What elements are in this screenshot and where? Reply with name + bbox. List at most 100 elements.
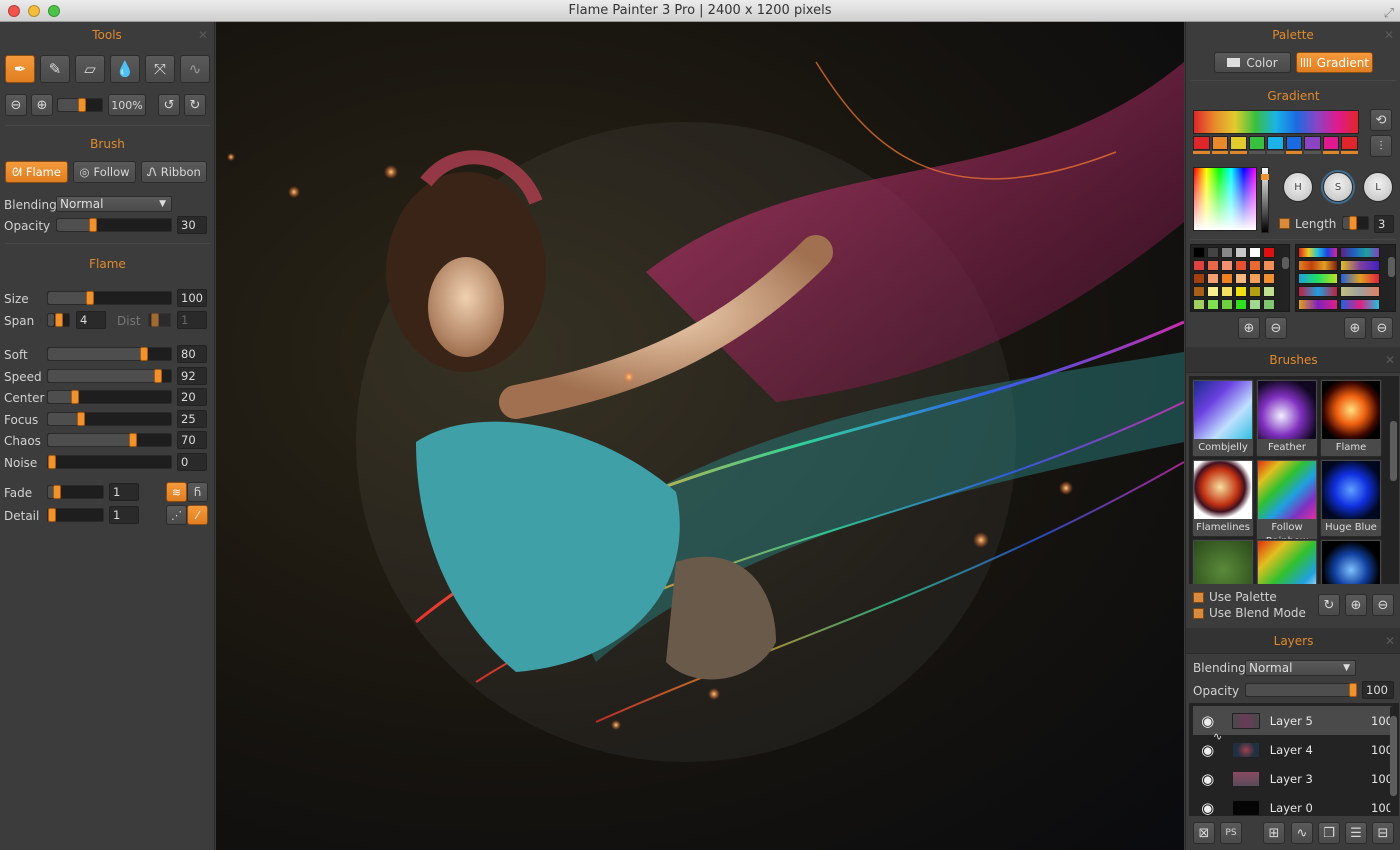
remove-brush-button[interactable]: ⊖: [1372, 594, 1394, 616]
length-slider[interactable]: [1342, 216, 1369, 230]
gradient-preset[interactable]: [1298, 260, 1338, 271]
close-icon[interactable]: ✕: [1385, 628, 1395, 654]
color-swatch[interactable]: [1221, 247, 1233, 258]
blending-select[interactable]: Normal ▼: [56, 196, 172, 212]
brush-preset[interactable]: Feather: [1256, 379, 1318, 457]
use-palette-checkbox[interactable]: [1193, 592, 1204, 603]
detail-value-field[interactable]: 1: [109, 506, 139, 524]
zoom-slider[interactable]: [57, 98, 103, 112]
palette-mode-gradient-button[interactable]: ǀǀǀǀ Gradient: [1296, 52, 1373, 73]
remove-preset-button[interactable]: ⊖: [1371, 317, 1393, 339]
layer-row[interactable]: ◉ Layer 5 100: [1193, 706, 1393, 735]
export-psd-button[interactable]: PS: [1220, 822, 1242, 844]
speed-value-field[interactable]: 92: [177, 366, 207, 385]
color-swatch[interactable]: [1263, 286, 1275, 297]
opacity-slider[interactable]: [56, 218, 172, 232]
gradient-preset[interactable]: [1298, 273, 1338, 284]
color-swatch[interactable]: [1207, 286, 1219, 297]
minimize-window-button[interactable]: [28, 5, 40, 17]
gradient-stop[interactable]: [1193, 136, 1210, 154]
gradient-stop[interactable]: [1341, 136, 1358, 154]
add-preset-button[interactable]: ⊕: [1344, 317, 1366, 339]
add-swatch-button[interactable]: ⊕: [1238, 317, 1260, 339]
paint-brush-tool-button[interactable]: ✒: [5, 55, 35, 83]
zoom-level-display[interactable]: 100%: [108, 94, 146, 116]
brush-preset[interactable]: [1320, 539, 1382, 584]
gradient-stop[interactable]: [1211, 136, 1228, 154]
zoom-out-button[interactable]: ⊖: [5, 94, 27, 116]
color-swatch[interactable]: [1263, 273, 1275, 284]
close-icon[interactable]: ✕: [1385, 347, 1395, 373]
gradient-preset[interactable]: [1298, 286, 1338, 297]
detail-slider[interactable]: [47, 508, 104, 522]
pencil-tool-button[interactable]: ✎: [40, 55, 70, 83]
close-icon[interactable]: ✕: [1384, 22, 1394, 48]
brush-preset[interactable]: Combjelly: [1192, 379, 1254, 457]
center-slider[interactable]: [47, 390, 172, 404]
brush-type-follow[interactable]: ◎ Follow: [73, 161, 136, 183]
gradient-preset[interactable]: [1298, 299, 1338, 310]
color-picker-tool-button[interactable]: 💧: [110, 55, 140, 83]
size-slider[interactable]: [47, 291, 172, 305]
close-window-button[interactable]: [8, 5, 20, 17]
merge-down-button[interactable]: ☰: [1345, 822, 1367, 844]
gradient-stop[interactable]: [1267, 136, 1284, 154]
gradient-stop[interactable]: [1322, 136, 1339, 154]
color-swatch[interactable]: [1249, 299, 1261, 310]
soft-value-field[interactable]: 80: [177, 345, 207, 363]
gradient-stop[interactable]: [1248, 136, 1265, 154]
center-value-field[interactable]: 20: [177, 388, 207, 406]
flame-layer-button[interactable]: ∿: [1291, 822, 1313, 844]
color-swatch[interactable]: [1249, 247, 1261, 258]
noise-value-field[interactable]: 0: [177, 452, 207, 471]
color-swatch[interactable]: [1235, 247, 1247, 258]
color-swatch[interactable]: [1193, 260, 1205, 271]
layer-row[interactable]: ◉ Layer 3 100: [1193, 764, 1393, 793]
dist-value-field[interactable]: 1: [177, 311, 207, 329]
lightness-knob[interactable]: [1261, 174, 1269, 180]
gradient-stop[interactable]: [1285, 136, 1302, 154]
color-swatch[interactable]: [1263, 299, 1275, 310]
fade-value-field[interactable]: 1: [109, 483, 139, 501]
color-swatch[interactable]: [1221, 260, 1233, 271]
span-value-field[interactable]: 4: [76, 311, 106, 329]
brush-type-flame[interactable]: ᘛ Flame: [5, 161, 68, 183]
delete-layer-button[interactable]: ⊟: [1372, 822, 1394, 844]
color-swatch[interactable]: [1235, 286, 1247, 297]
speed-slider[interactable]: [47, 368, 172, 383]
color-swatch[interactable]: [1263, 247, 1275, 258]
brush-preset[interactable]: Flamelines: [1192, 459, 1254, 537]
eye-icon[interactable]: ◉: [1193, 770, 1222, 788]
gradient-preset[interactable]: [1340, 260, 1380, 271]
color-swatch[interactable]: [1207, 273, 1219, 284]
dist-slider[interactable]: [148, 313, 171, 327]
brush-preset[interactable]: Follow Rainbow: [1256, 459, 1318, 551]
layer-scrollbar[interactable]: [1390, 706, 1397, 813]
eye-icon[interactable]: ◉: [1193, 741, 1222, 759]
add-brush-button[interactable]: ⊕: [1345, 594, 1367, 616]
gradient-stop[interactable]: [1304, 136, 1321, 154]
layer-blending-select[interactable]: Normal ▼: [1245, 660, 1356, 676]
reset-brush-button[interactable]: ↻: [1318, 594, 1340, 616]
fade-mode-a-button[interactable]: ≋: [166, 482, 187, 502]
color-swatch[interactable]: [1235, 260, 1247, 271]
color-swatch[interactable]: [1235, 273, 1247, 284]
noise-slider[interactable]: [47, 454, 172, 469]
rotate-left-button[interactable]: ↺: [158, 94, 180, 116]
chaos-slider[interactable]: [47, 433, 172, 447]
color-swatch[interactable]: [1193, 247, 1205, 258]
detail-mode-solid-button[interactable]: ⁄: [187, 505, 208, 525]
gradient-stop[interactable]: [1230, 136, 1247, 154]
focus-slider[interactable]: [47, 411, 172, 426]
soft-slider[interactable]: [47, 347, 172, 361]
preset-scrollbar[interactable]: [1388, 247, 1395, 309]
color-swatch[interactable]: [1221, 273, 1233, 284]
palette-mode-color-button[interactable]: Color: [1214, 52, 1291, 73]
layer-opacity-slider[interactable]: [1245, 683, 1357, 697]
color-swatch[interactable]: [1207, 260, 1219, 271]
layer-row[interactable]: ◉ Layer 4 100: [1193, 735, 1393, 764]
color-swatch[interactable]: [1193, 299, 1205, 310]
fade-mode-b-button[interactable]: Ⴌ: [187, 482, 208, 502]
lightness-mode-button[interactable]: L: [1363, 172, 1393, 202]
distribute-stops-button[interactable]: ⫶: [1370, 135, 1392, 157]
